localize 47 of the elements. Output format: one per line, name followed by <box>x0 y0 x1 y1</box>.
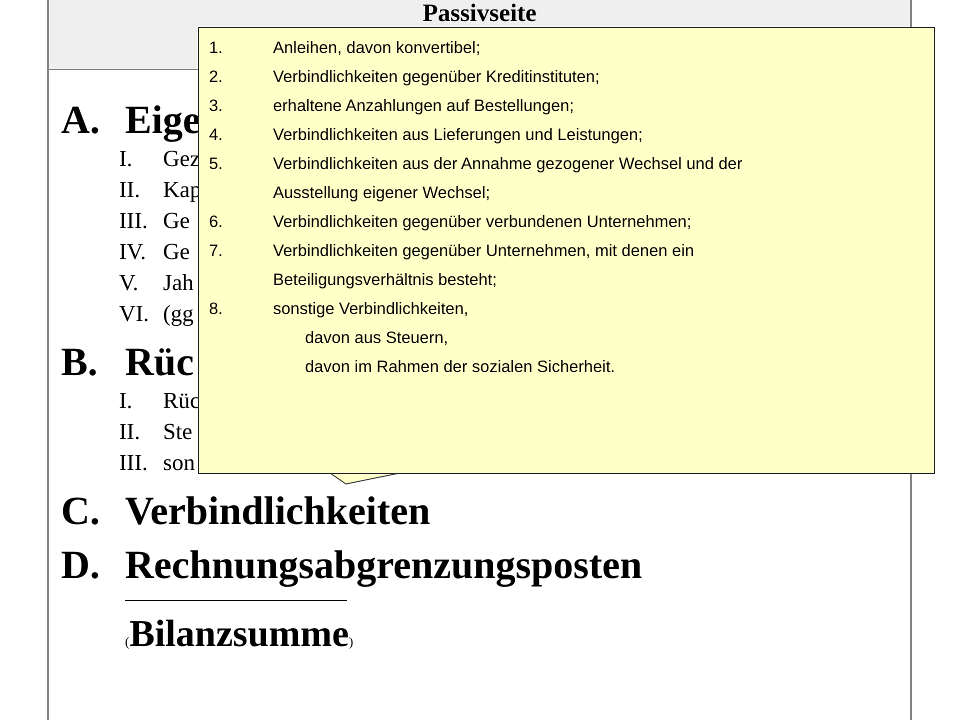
list-text: erhaltene Anzahlungen auf Bestellungen; <box>273 96 574 117</box>
sub-text: davon im Rahmen der sozialen Sicherheit. <box>304 357 615 378</box>
roman-numeral: I. <box>119 145 134 173</box>
list-number: 1. <box>209 38 224 59</box>
roman-numeral: V. <box>119 269 140 297</box>
list-number: 8. <box>209 299 224 320</box>
list-number: 4. <box>209 125 224 146</box>
roman-numeral: III. <box>119 449 149 477</box>
sub-text: davon aus Steuern, <box>304 328 450 349</box>
roman-numeral: VI. <box>119 300 150 328</box>
item-text: Ste <box>163 418 192 446</box>
roman-numeral: II. <box>119 418 142 446</box>
list-number: 2. <box>209 67 224 88</box>
section-letter: D. <box>61 544 101 586</box>
list-text: Anleihen, davon konvertibel; <box>273 38 480 59</box>
list-text: Verbindlichkeiten gegenüber Kreditinstituten; <box>273 67 600 88</box>
section-heading: Verbindlichkeiten <box>125 490 430 532</box>
section-heading: Rüc <box>125 341 194 383</box>
item-text: Rüc <box>163 387 200 415</box>
list-text: Verbindlichkeiten gegenüber Unternehmen, mit denen ein <box>273 241 694 262</box>
section-letter: C. <box>61 490 101 532</box>
slide-title: Passivseite <box>422 1 536 27</box>
item-text: Gez <box>163 145 200 173</box>
item-text: Ge <box>163 238 190 266</box>
roman-numeral: III. <box>119 207 149 235</box>
section-heading: Eige <box>125 99 201 141</box>
item-text: son <box>163 449 195 477</box>
list-number: 6. <box>209 212 224 233</box>
section-letter: A. <box>61 99 101 141</box>
list-number: 7. <box>209 241 224 262</box>
list-text: Beteiligungsverhältnis besteht; <box>273 270 498 291</box>
roman-numeral: I. <box>119 387 134 415</box>
item-text: (gg <box>163 300 194 328</box>
item-text: Jah <box>163 269 194 297</box>
list-text: Verbindlichkeiten aus Lieferungen und Leistungen; <box>273 125 643 146</box>
section-heading: Rechnungsabgrenzungsposten <box>125 544 642 586</box>
list-text: Ausstellung eigener Wechsel; <box>273 183 492 204</box>
list-text: Verbindlichkeiten aus der Annahme gezogener Wechsel und der <box>273 154 742 175</box>
section-letter: B. <box>61 341 99 383</box>
item-text: Ge <box>163 207 190 235</box>
list-number: 5. <box>209 154 224 175</box>
list-text: sonstige Verbindlichkeiten, <box>273 299 470 320</box>
total-label: (Bilanzsumme) <box>125 612 354 657</box>
roman-numeral: II. <box>119 176 142 204</box>
roman-numeral: IV. <box>119 238 148 266</box>
list-number: 3. <box>209 96 224 117</box>
list-text: Verbindlichkeiten gegenüber verbundenen Unternehmen; <box>273 212 692 233</box>
